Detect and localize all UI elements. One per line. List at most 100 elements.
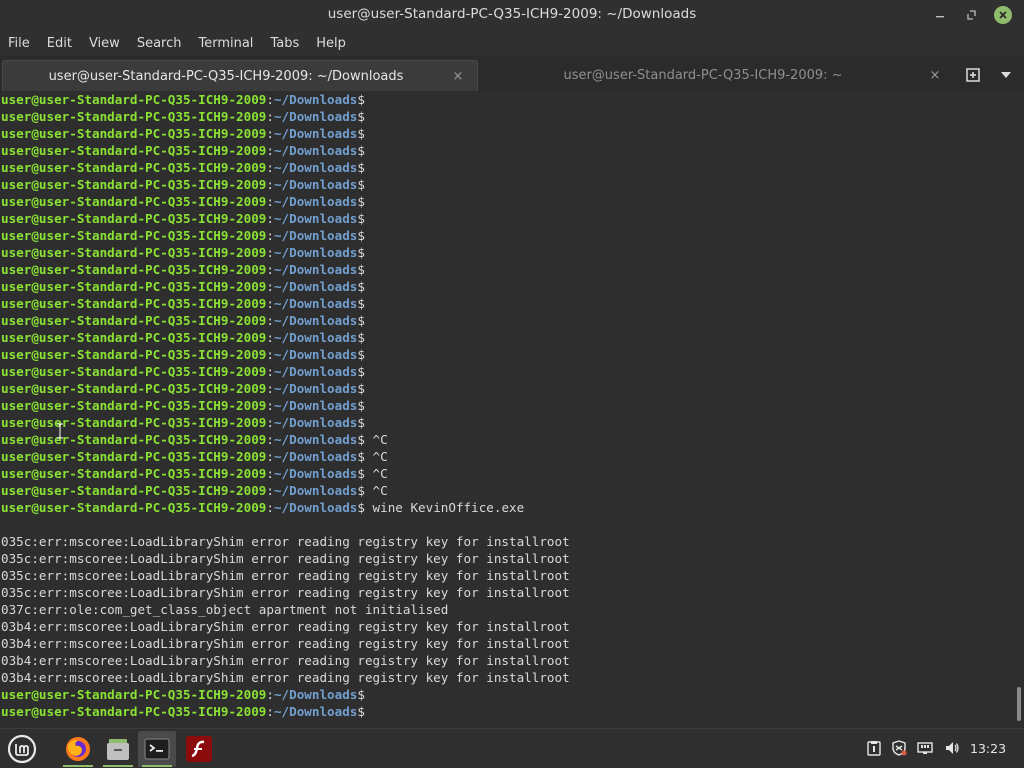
menu-edit[interactable]: Edit [47,36,72,51]
menu-search[interactable]: Search [137,36,182,51]
output-line: 035c:err:mscoree:LoadLibraryShim error r… [1,568,570,583]
prompt-line: user@user-Standard-PC-Q35-ICH9-2009:~/Do… [0,278,1014,295]
prompt-user: user@user-Standard-PC-Q35-ICH9-2009 [1,177,267,192]
clipboard-tray[interactable] [865,739,883,757]
terminal-launcher[interactable] [138,731,176,767]
minimize-button[interactable] [931,6,949,24]
output-line: 035c:err:mscoree:LoadLibraryShim error r… [1,551,570,566]
new-tab-button[interactable] [964,66,984,84]
prompt-user: user@user-Standard-PC-Q35-ICH9-2009 [1,262,267,277]
prompt-separator: : [266,381,274,396]
tab-home[interactable]: user@user-Standard-PC-Q35-ICH9-2009: ~ × [480,60,954,91]
tab-close-icon[interactable]: × [449,69,467,84]
text-cursor-icon [57,423,63,439]
prompt-path: ~/Downloads [273,500,358,515]
prompt-dollar: $ [357,398,365,413]
scrollbar-thumb[interactable] [1017,687,1021,721]
prompt-separator: : [266,704,274,719]
clipboard-icon [867,741,881,756]
output-line: 035c:err:mscoree:LoadLibraryShim error r… [1,585,570,600]
maximize-icon [967,10,976,20]
prompt-dollar: $ [357,704,365,719]
mint-menu-button[interactable] [4,731,40,767]
prompt-dollar: $ [357,381,365,396]
maximize-button[interactable] [963,6,981,24]
close-button[interactable] [994,6,1012,24]
prompt-line: user@user-Standard-PC-Q35-ICH9-2009:~/Do… [0,176,1014,193]
prompt-dollar: $ [357,500,365,515]
menu-view[interactable]: View [89,36,120,51]
prompt-user: user@user-Standard-PC-Q35-ICH9-2009 [1,143,267,158]
tab-bar: user@user-Standard-PC-Q35-ICH9-2009: ~/D… [0,56,1024,91]
prompt-separator: : [266,160,274,175]
menu-terminal[interactable]: Terminal [198,36,253,51]
prompt-dollar: $ [357,262,365,277]
output-line: 03b4:err:mscoree:LoadLibraryShim error r… [1,636,570,651]
prompt-separator: : [266,313,274,328]
firefox-icon [66,737,90,761]
prompt-path: ~/Downloads [273,398,358,413]
files-launcher[interactable] [99,731,137,767]
prompt-separator: : [266,92,274,107]
window-title: user@user-Standard-PC-Q35-ICH9-2009: ~/D… [327,6,697,22]
prompt-path: ~/Downloads [273,194,358,209]
volume-tray[interactable] [943,739,961,757]
prompt-user: user@user-Standard-PC-Q35-ICH9-2009 [1,398,267,413]
prompt-separator: : [266,415,274,430]
prompt-separator: : [266,500,274,515]
prompt-dollar: $ [357,415,365,430]
prompt-line: user@user-Standard-PC-Q35-ICH9-2009:~/Do… [0,142,1014,159]
menu-file[interactable]: File [8,36,30,51]
prompt-path: ~/Downloads [273,330,358,345]
prompt-dollar: $ [357,143,365,158]
prompt-line: user@user-Standard-PC-Q35-ICH9-2009:~/Do… [0,703,1014,720]
command-text: ^C [364,466,388,481]
menu-tabs[interactable]: Tabs [270,36,299,51]
prompt-dollar: $ [357,330,365,345]
network-tray[interactable] [916,739,934,757]
flash-launcher[interactable] [180,731,218,767]
tab-downloads[interactable]: user@user-Standard-PC-Q35-ICH9-2009: ~/D… [2,60,478,91]
shield-tray[interactable] [890,739,908,757]
prompt-line: user@user-Standard-PC-Q35-ICH9-2009:~/Do… [0,125,1014,142]
scrollbar[interactable] [1014,91,1024,728]
prompt-line: user@user-Standard-PC-Q35-ICH9-2009:~/Do… [0,91,1014,108]
prompt-separator: : [266,432,274,447]
prompt-separator: : [266,194,274,209]
tab-label: user@user-Standard-PC-Q35-ICH9-2009: ~/D… [48,68,404,84]
prompt-user: user@user-Standard-PC-Q35-ICH9-2009 [1,415,267,430]
menu-help[interactable]: Help [316,36,346,51]
prompt-line: user@user-Standard-PC-Q35-ICH9-2009:~/Do… [0,414,1014,431]
running-indicator [103,765,133,767]
prompt-dollar: $ [357,245,365,260]
output-line: 03b4:err:mscoree:LoadLibraryShim error r… [1,653,570,668]
prompt-path: ~/Downloads [273,313,358,328]
prompt-separator: : [266,687,274,702]
prompt-user: user@user-Standard-PC-Q35-ICH9-2009 [1,228,267,243]
terminal-output[interactable]: user@user-Standard-PC-Q35-ICH9-2009:~/Do… [0,91,1014,728]
prompt-line: user@user-Standard-PC-Q35-ICH9-2009:~/Do… [0,448,1014,465]
prompt-path: ~/Downloads [273,92,358,107]
prompt-dollar: $ [357,228,365,243]
prompt-dollar: $ [357,364,365,379]
output-line: 035c:err:mscoree:LoadLibraryShim error r… [1,534,570,549]
volume-icon [946,742,959,754]
prompt-dollar: $ [357,194,365,209]
prompt-user: user@user-Standard-PC-Q35-ICH9-2009 [1,449,267,464]
clock[interactable]: 13:23 [970,741,1006,756]
output-line: 037c:err:ole:com_get_class_object apartm… [1,602,449,617]
prompt-dollar: $ [357,687,365,702]
prompt-path: ~/Downloads [273,228,358,243]
prompt-path: ~/Downloads [273,687,358,702]
prompt-dollar: $ [357,109,365,124]
prompt-separator: : [266,279,274,294]
prompt-separator: : [266,398,274,413]
tab-menu-button[interactable] [996,66,1016,84]
tab-close-icon[interactable]: × [926,68,944,83]
prompt-path: ~/Downloads [273,109,358,124]
prompt-separator: : [266,466,274,481]
taskbar: 13:23 [0,728,1024,768]
prompt-separator: : [266,228,274,243]
firefox-launcher[interactable] [59,731,97,767]
running-indicator [142,765,172,767]
